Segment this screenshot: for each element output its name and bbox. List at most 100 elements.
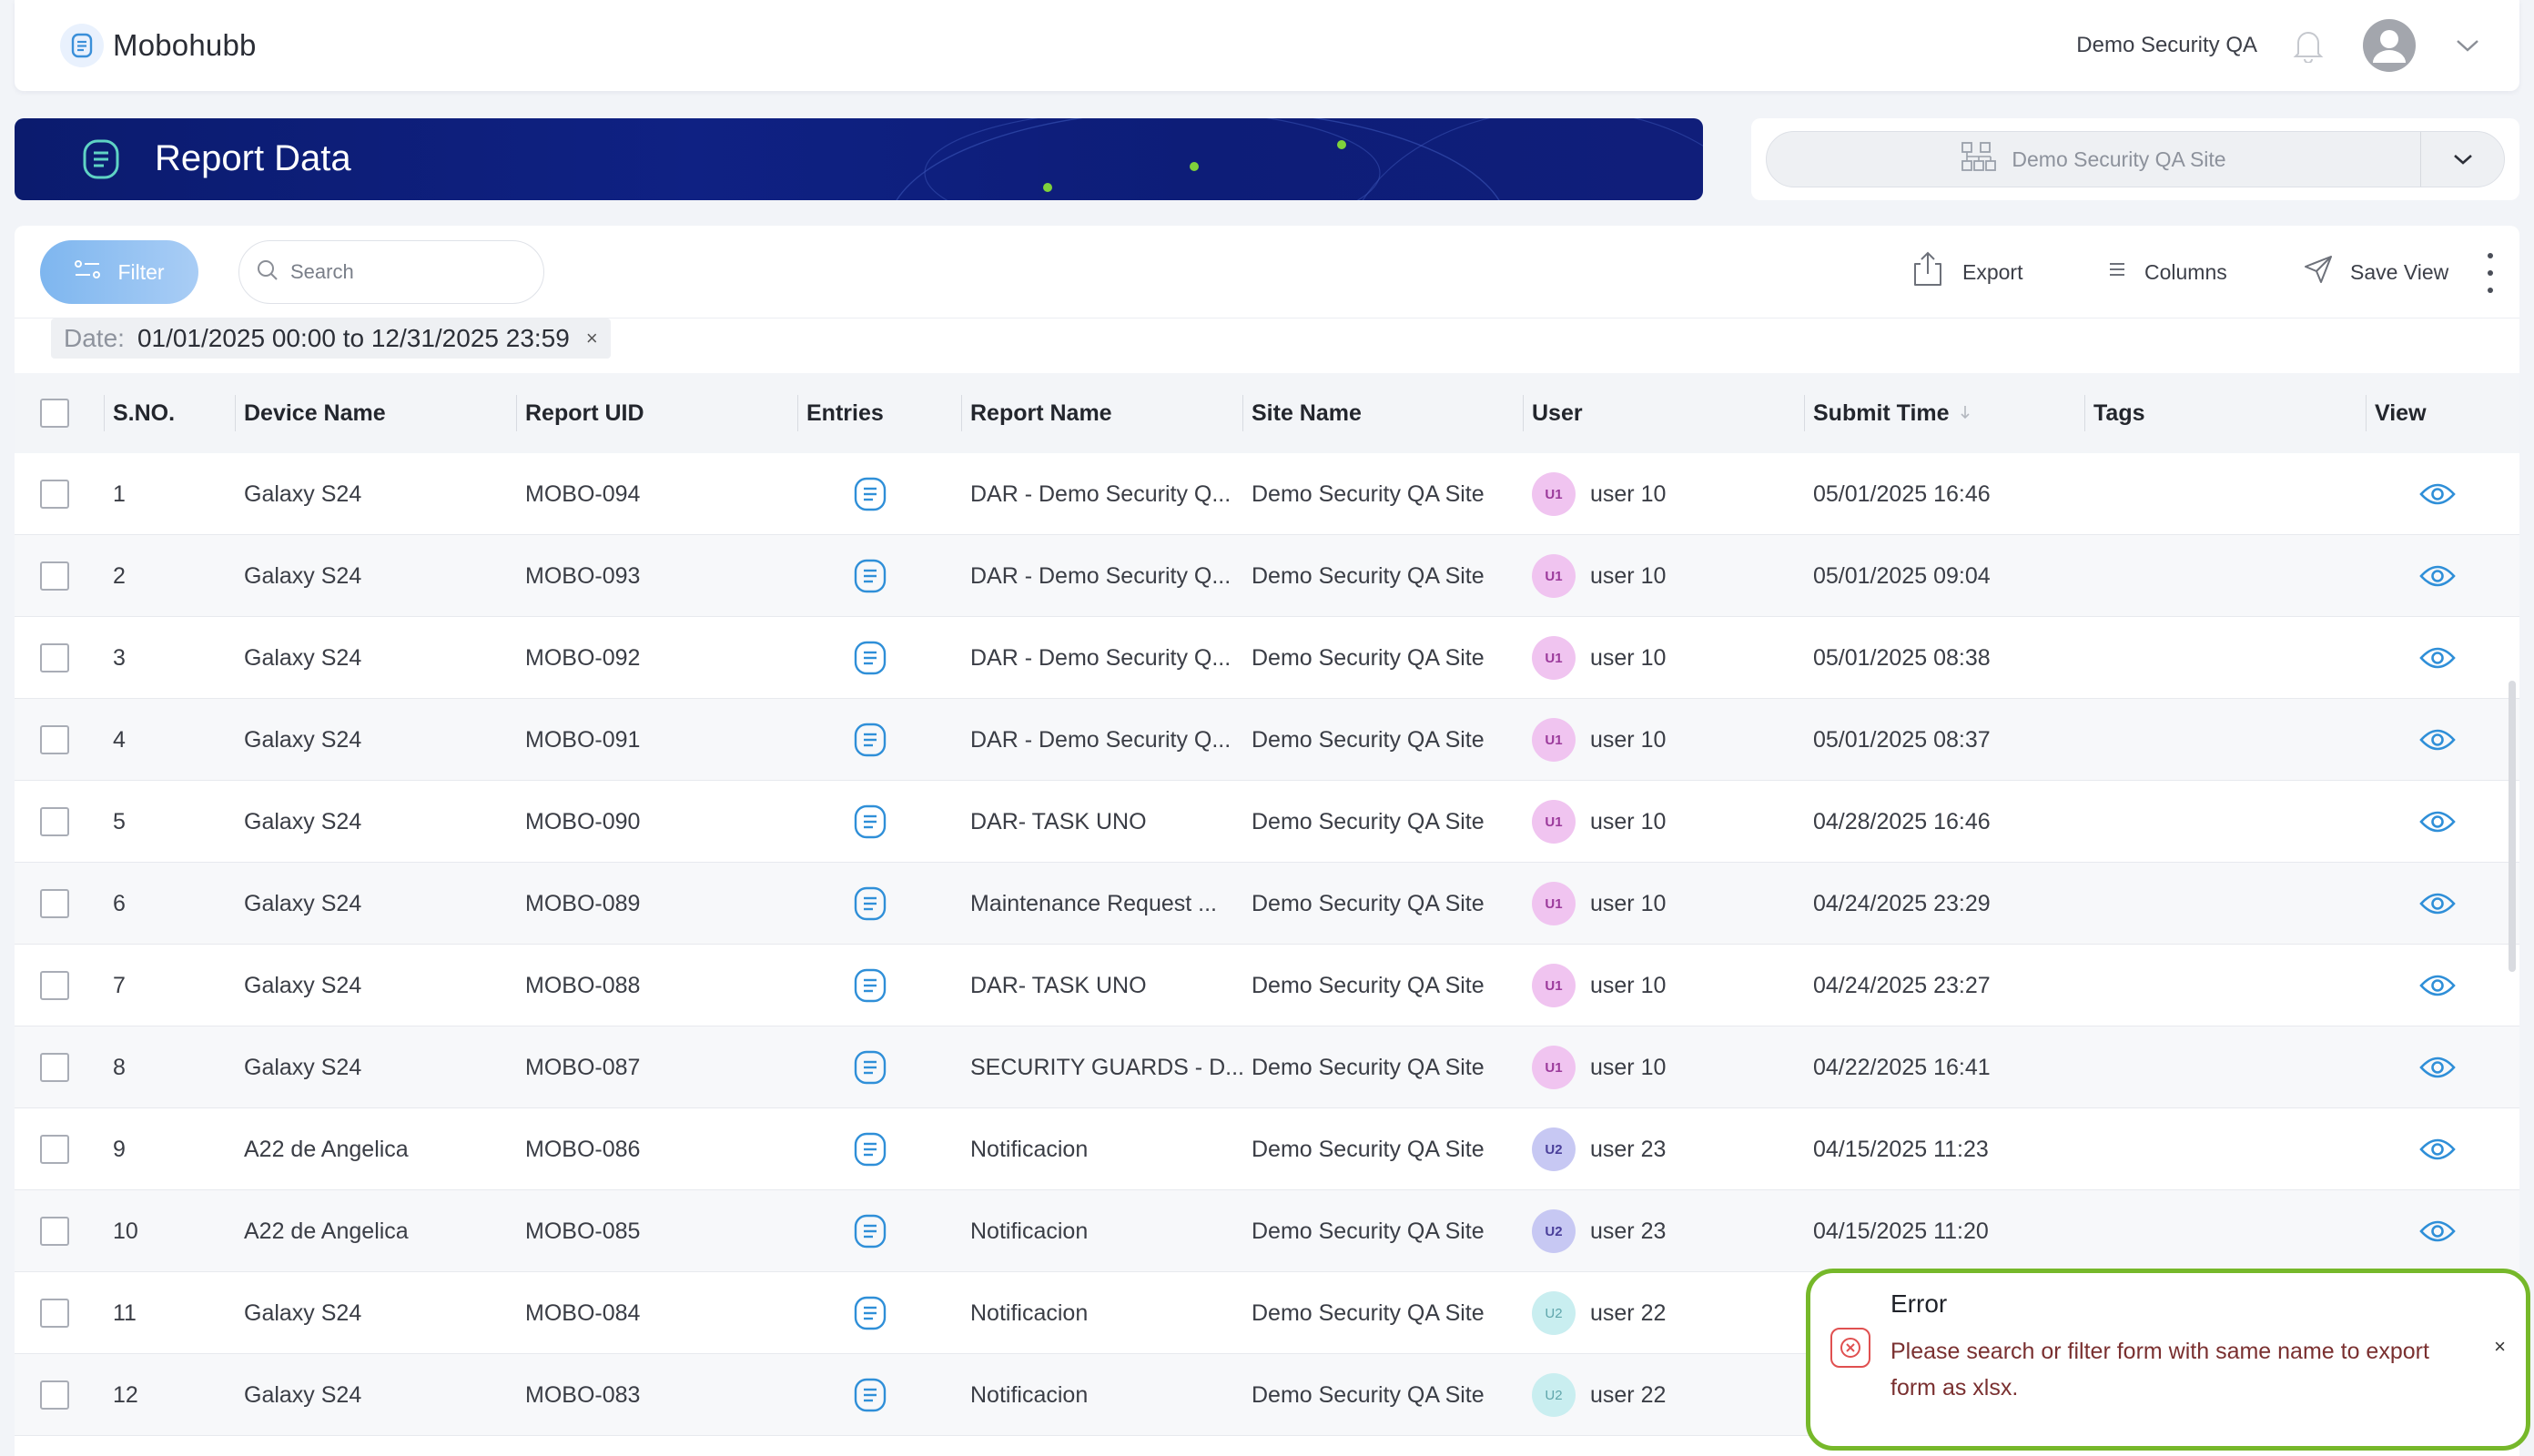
- column-header-entries[interactable]: Entries: [797, 373, 884, 453]
- current-user-name[interactable]: Demo Security QA: [2076, 33, 2257, 58]
- eye-icon[interactable]: [2419, 945, 2456, 1026]
- cell-submit-time: 05/01/2025 09:04: [1813, 562, 1991, 589]
- user-avatar-icon[interactable]: [2363, 19, 2416, 72]
- cell-submit-time: 05/01/2025 08:38: [1813, 644, 1991, 671]
- entries-icon[interactable]: [852, 699, 888, 781]
- eye-icon[interactable]: [2419, 535, 2456, 617]
- cell-device-name: Galaxy S24: [244, 1054, 362, 1080]
- cell-user: U2 user 22: [1532, 1272, 1666, 1354]
- select-all-checkbox[interactable]: [40, 373, 69, 453]
- user-name: user 22: [1590, 1299, 1667, 1326]
- row-checkbox[interactable]: [40, 1272, 69, 1354]
- table-row[interactable]: 3 Galaxy S24 MOBO-092 DAR - Demo Security Q…: [15, 617, 2519, 699]
- entries-icon[interactable]: [852, 1354, 888, 1436]
- column-header-tags[interactable]: Tags: [2084, 373, 2145, 453]
- row-checkbox[interactable]: [40, 781, 69, 863]
- table-row[interactable]: 1 Galaxy S24 MOBO-094 DAR - Demo Security Q…: [15, 453, 2519, 535]
- search-input[interactable]: [290, 260, 509, 284]
- table-row[interactable]: 9 A22 de Angelica MOBO-086 Notificacion Demo…: [15, 1108, 2519, 1190]
- eye-icon[interactable]: [2419, 1026, 2456, 1108]
- send-icon: [2303, 254, 2334, 290]
- table-row[interactable]: 5 Galaxy S24 MOBO-090 DAR- TASK UNO Demo Sec…: [15, 781, 2519, 863]
- eye-icon[interactable]: [2419, 699, 2456, 781]
- column-header-report-name[interactable]: Report Name: [961, 373, 1112, 453]
- column-header-device[interactable]: Device Name: [235, 373, 386, 453]
- row-checkbox[interactable]: [40, 699, 69, 781]
- eye-icon[interactable]: [2419, 781, 2456, 863]
- entries-icon[interactable]: [852, 781, 888, 863]
- export-button[interactable]: Export: [1910, 249, 2022, 295]
- row-checkbox[interactable]: [40, 1108, 69, 1190]
- entries-icon[interactable]: [852, 1108, 888, 1190]
- entries-icon[interactable]: [852, 617, 888, 699]
- cell-user: U1 user 10: [1532, 863, 1666, 945]
- column-header-view[interactable]: View: [2366, 373, 2427, 453]
- user-badge: U1: [1532, 964, 1576, 1007]
- table-scrollbar[interactable]: [2509, 681, 2516, 972]
- row-checkbox[interactable]: [40, 1026, 69, 1108]
- cell-sno: 6: [113, 890, 126, 916]
- sort-arrow-icon[interactable]: [1959, 400, 1971, 427]
- cell-sno: 10: [113, 1218, 138, 1244]
- table-header: S.NO. Device Name Report UID Entries Rep…: [15, 373, 2519, 453]
- table-row[interactable]: 4 Galaxy S24 MOBO-091 DAR - Demo Security Q…: [15, 699, 2519, 781]
- row-checkbox[interactable]: [40, 1354, 69, 1436]
- table-row[interactable]: 7 Galaxy S24 MOBO-088 DAR- TASK UNO Demo Sec…: [15, 945, 2519, 1026]
- eye-icon[interactable]: [2419, 1108, 2456, 1190]
- eye-icon[interactable]: [2419, 617, 2456, 699]
- entries-icon[interactable]: [852, 535, 888, 617]
- cell-report-uid: MOBO-084: [525, 1299, 641, 1326]
- column-header-sno[interactable]: S.NO.: [104, 373, 175, 453]
- row-checkbox[interactable]: [40, 453, 69, 535]
- entries-icon[interactable]: [852, 1026, 888, 1108]
- column-header-site-name[interactable]: Site Name: [1242, 373, 1362, 453]
- cell-sno: 2: [113, 562, 126, 589]
- bell-icon[interactable]: [2290, 27, 2326, 64]
- entries-icon[interactable]: [852, 863, 888, 945]
- more-options-icon[interactable]: [2481, 253, 2499, 293]
- table-row[interactable]: 8 Galaxy S24 MOBO-087 SECURITY GUARDS - D..…: [15, 1026, 2519, 1108]
- entries-icon[interactable]: [852, 1272, 888, 1354]
- save-view-button[interactable]: Save View: [2303, 249, 2448, 295]
- column-header-user[interactable]: User: [1523, 373, 1583, 453]
- column-header-submit-time[interactable]: Submit Time: [1804, 373, 1971, 453]
- filter-button[interactable]: Filter: [40, 240, 198, 304]
- close-icon[interactable]: ×: [2494, 1335, 2506, 1359]
- row-checkbox[interactable]: [40, 535, 69, 617]
- column-header-uid[interactable]: Report UID: [516, 373, 644, 453]
- eye-icon[interactable]: [2419, 453, 2456, 535]
- row-checkbox[interactable]: [40, 617, 69, 699]
- table-row[interactable]: 2 Galaxy S24 MOBO-093 DAR - Demo Security Q…: [15, 535, 2519, 617]
- cell-report-name: DAR- TASK UNO: [970, 808, 1147, 834]
- cell-site-name: Demo Security QA Site: [1252, 1299, 1485, 1326]
- brand[interactable]: Mobohubb: [60, 24, 257, 67]
- entries-icon[interactable]: [852, 945, 888, 1026]
- user-name: user 23: [1590, 1136, 1667, 1162]
- user-name: user 10: [1590, 808, 1667, 834]
- site-select[interactable]: Demo Security QA Site: [1766, 131, 2505, 187]
- cell-report-uid: MOBO-087: [525, 1054, 641, 1080]
- user-badge: U2: [1532, 1127, 1576, 1171]
- eye-icon[interactable]: [2419, 1190, 2456, 1272]
- chevron-down-icon[interactable]: [2421, 132, 2505, 187]
- chip-remove-icon[interactable]: ×: [586, 327, 598, 350]
- entries-icon[interactable]: [852, 1190, 888, 1272]
- cell-report-uid: MOBO-086: [525, 1136, 641, 1162]
- chevron-down-icon[interactable]: [2452, 30, 2483, 61]
- cell-submit-time: 05/01/2025 16:46: [1813, 480, 1991, 507]
- row-checkbox[interactable]: [40, 1190, 69, 1272]
- table-row[interactable]: 6 Galaxy S24 MOBO-089 Maintenance Request .…: [15, 863, 2519, 945]
- cell-device-name: Galaxy S24: [244, 1381, 362, 1408]
- cell-sno: 8: [113, 1054, 126, 1080]
- cell-site-name: Demo Security QA Site: [1252, 808, 1485, 834]
- site-selector-card: Demo Security QA Site: [1751, 118, 2519, 200]
- error-icon: [1830, 1328, 1870, 1368]
- row-checkbox[interactable]: [40, 863, 69, 945]
- entries-icon[interactable]: [852, 453, 888, 535]
- eye-icon[interactable]: [2419, 863, 2456, 945]
- table-row[interactable]: 10 A22 de Angelica MOBO-085 Notificacion Dem…: [15, 1190, 2519, 1272]
- columns-button[interactable]: Columns: [2104, 249, 2227, 295]
- filter-icon: [74, 258, 101, 287]
- search-box[interactable]: [238, 240, 544, 304]
- row-checkbox[interactable]: [40, 945, 69, 1026]
